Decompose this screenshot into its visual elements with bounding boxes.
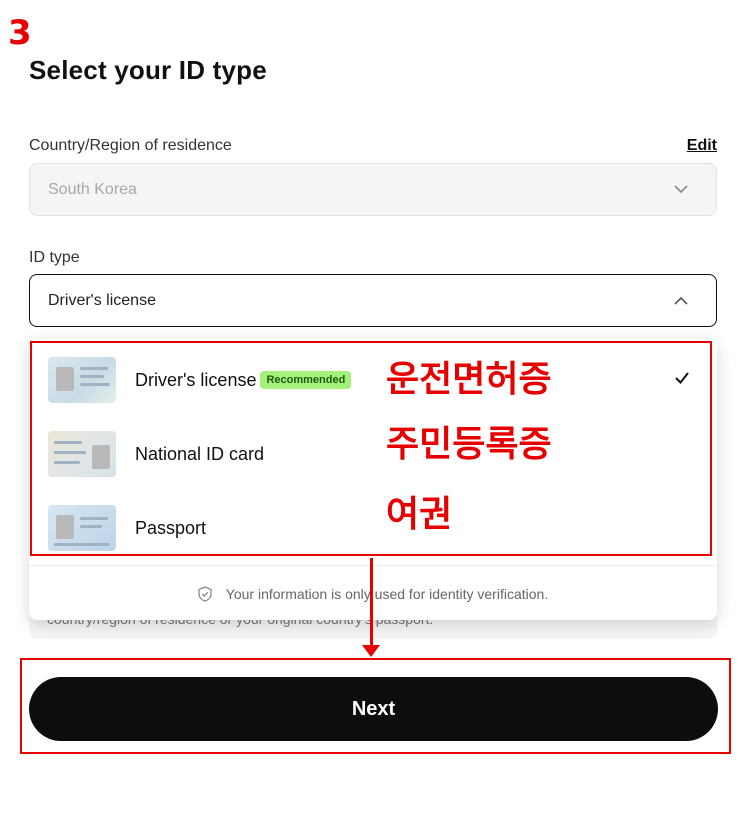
shield-icon (198, 585, 212, 602)
korean-label-passport: 여권 (386, 494, 453, 535)
korean-label-drivers-license: 운전면허증 (386, 359, 552, 400)
id-type-select[interactable]: Driver's license (29, 274, 717, 327)
korean-label-national-id: 주민등록증 (386, 424, 552, 465)
step-number-annotation: 3 (8, 13, 32, 53)
dropdown-footer: Your information is only used for identi… (29, 565, 717, 620)
id-type-value: Driver's license (48, 291, 156, 309)
annotation-box-next (20, 658, 731, 754)
country-select: South Korea (29, 163, 717, 216)
edit-link[interactable]: Edit (687, 137, 717, 155)
country-label: Country/Region of residence (29, 137, 232, 154)
chevron-up-icon (674, 294, 688, 308)
annotation-box-options (30, 341, 712, 556)
chevron-down-icon (674, 183, 688, 197)
page-title: Select your ID type (29, 55, 267, 85)
country-value: South Korea (48, 180, 137, 198)
annotation-arrow-head (362, 645, 380, 657)
id-type-label: ID type (29, 249, 80, 266)
footer-text: Your information is only used for identi… (225, 585, 549, 602)
annotation-arrow (370, 558, 373, 646)
